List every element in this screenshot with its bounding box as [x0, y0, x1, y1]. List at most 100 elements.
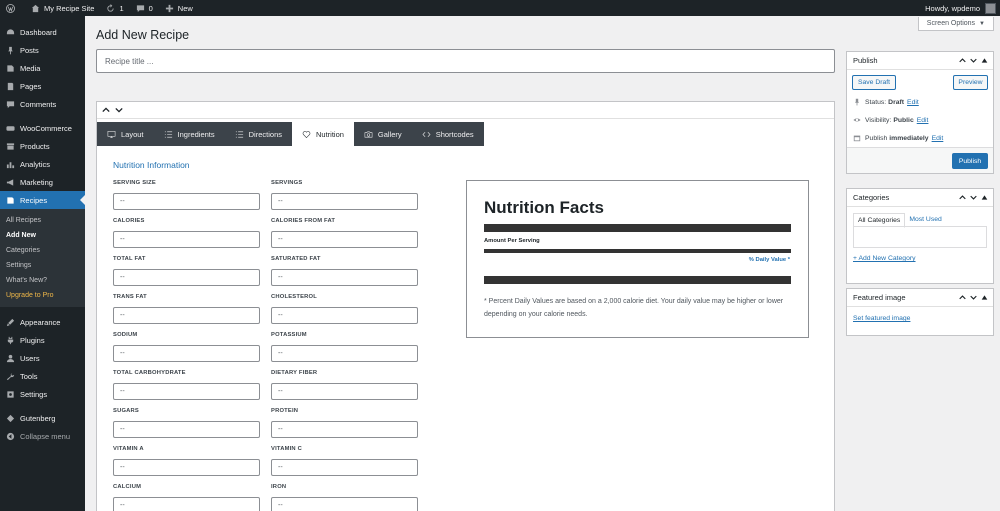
- tab-layout[interactable]: Layout: [97, 122, 154, 146]
- total-fat-input[interactable]: [113, 269, 260, 286]
- calcium-input[interactable]: [113, 497, 260, 511]
- cholesterol-input[interactable]: [271, 307, 418, 324]
- sidebar-item-comments[interactable]: Comments: [0, 95, 85, 113]
- tab-nutrition[interactable]: Nutrition: [291, 122, 354, 146]
- sugars-input[interactable]: [113, 421, 260, 438]
- settings-icon: [5, 389, 15, 399]
- dashboard-icon: [5, 27, 15, 37]
- toggle-panel-button[interactable]: [979, 192, 990, 203]
- move-up-button[interactable]: [101, 105, 111, 115]
- tab-gallery[interactable]: Gallery: [353, 122, 412, 146]
- triangle-up-icon: [981, 195, 988, 200]
- sidebar-item-woocommerce[interactable]: WooCommerce: [0, 119, 85, 137]
- potassium-input[interactable]: [271, 345, 418, 362]
- edit-status-link[interactable]: Edit: [907, 99, 919, 106]
- sidebar-item-recipes[interactable]: Recipes: [0, 191, 85, 209]
- submenu-item-categories[interactable]: Categories: [0, 243, 85, 258]
- wrench-icon: [5, 371, 15, 381]
- vitamin-c-input[interactable]: [271, 459, 418, 476]
- sidebar-item-analytics[interactable]: Analytics: [0, 155, 85, 173]
- move-down-button[interactable]: [968, 292, 979, 303]
- set-featured-image-link[interactable]: Set featured image: [853, 315, 910, 322]
- move-down-button[interactable]: [968, 55, 979, 66]
- field-cholesterol: CHOLESTEROL: [271, 294, 418, 324]
- sidebar-item-gutenberg[interactable]: Gutenberg: [0, 409, 85, 427]
- field-iron: IRON: [271, 484, 418, 511]
- comments-link[interactable]: 0: [130, 0, 159, 16]
- field-protein: PROTEIN: [271, 408, 418, 438]
- chevron-up-icon: [959, 58, 966, 63]
- protein-input[interactable]: [271, 421, 418, 438]
- calories-from-fat-input[interactable]: [271, 231, 418, 248]
- admin-sidebar: Dashboard Posts Media Pages Comments WooComm…: [0, 16, 85, 511]
- updates-link[interactable]: 1: [100, 0, 129, 16]
- field-label: SERVING SIZE: [113, 180, 156, 186]
- my-account[interactable]: Howdy, wpdemo: [925, 2, 1000, 14]
- total-carbohydrate-input[interactable]: [113, 383, 260, 400]
- screen-options-button[interactable]: Screen Options ▼: [917, 17, 994, 31]
- tab-directions[interactable]: Directions: [224, 122, 292, 146]
- submenu-item-settings[interactable]: Settings: [0, 258, 85, 273]
- chevron-up-icon: [959, 295, 966, 300]
- chevron-up-icon: [959, 195, 966, 200]
- site-name-link[interactable]: My Recipe Site: [25, 0, 100, 16]
- calories-input[interactable]: [113, 231, 260, 248]
- sidebar-item-media[interactable]: Media: [0, 59, 85, 77]
- sidebar-item-label: Pages: [20, 81, 42, 91]
- move-up-button[interactable]: [957, 192, 968, 203]
- serving-size-input[interactable]: [113, 193, 260, 210]
- wordpress-logo-button[interactable]: [0, 0, 25, 16]
- collapse-menu-button[interactable]: Collapse menu: [0, 427, 85, 445]
- sidebar-item-tools[interactable]: Tools: [0, 367, 85, 385]
- schedule-row: Publish immediately Edit: [853, 134, 943, 142]
- status-row: Status: Draft Edit: [853, 98, 919, 106]
- sidebar-item-products[interactable]: Products: [0, 137, 85, 155]
- sidebar-item-posts[interactable]: Posts: [0, 41, 85, 59]
- tab-shortcodes[interactable]: Shortcodes: [411, 122, 484, 146]
- trans-fat-input[interactable]: [113, 307, 260, 324]
- move-down-button[interactable]: [114, 105, 124, 115]
- submenu-item-what-s-new[interactable]: What's New?: [0, 273, 85, 288]
- add-new-category-link[interactable]: + Add New Category: [853, 255, 916, 262]
- sodium-input[interactable]: [113, 345, 260, 362]
- code-icon: [422, 131, 431, 137]
- admin-bar: My Recipe Site 1 0 New Howdy, wpdemo: [0, 0, 1000, 16]
- iron-input[interactable]: [271, 497, 418, 511]
- recipe-title-input[interactable]: [96, 49, 835, 73]
- sidebar-item-dashboard[interactable]: Dashboard: [0, 23, 85, 41]
- servings-input[interactable]: [271, 193, 418, 210]
- pin-icon: [855, 98, 859, 106]
- move-up-button[interactable]: [957, 292, 968, 303]
- featured-image-box: Featured image Set featured image: [846, 288, 994, 336]
- toggle-panel-button[interactable]: [979, 292, 990, 303]
- field-calories-from-fat: CALORIES FROM FAT: [271, 218, 418, 248]
- edit-schedule-link[interactable]: Edit: [932, 135, 944, 142]
- preview-button[interactable]: Preview: [953, 75, 988, 90]
- tab-ingredients[interactable]: Ingredients: [153, 122, 225, 146]
- field-label: POTASSIUM: [271, 332, 307, 338]
- field-label: PROTEIN: [271, 408, 299, 414]
- toggle-panel-button[interactable]: [979, 55, 990, 66]
- sidebar-item-pages[interactable]: Pages: [0, 77, 85, 95]
- dietary-fiber-input[interactable]: [271, 383, 418, 400]
- submenu-item-upgrade-to-pro[interactable]: Upgrade to Pro: [0, 288, 85, 303]
- sidebar-item-marketing[interactable]: Marketing: [0, 173, 85, 191]
- move-down-button[interactable]: [968, 192, 979, 203]
- featured-image-title: Featured image: [853, 293, 906, 302]
- new-content-link[interactable]: New: [159, 0, 199, 16]
- move-up-button[interactable]: [957, 55, 968, 66]
- sidebar-item-users[interactable]: Users: [0, 349, 85, 367]
- submenu-item-all-recipes[interactable]: All Recipes: [0, 213, 85, 228]
- publish-button[interactable]: Publish: [952, 153, 988, 169]
- submenu-item-add-new[interactable]: Add New: [0, 228, 85, 243]
- sidebar-item-plugins[interactable]: Plugins: [0, 331, 85, 349]
- saturated-fat-input[interactable]: [271, 269, 418, 286]
- edit-visibility-link[interactable]: Edit: [917, 117, 929, 124]
- sidebar-item-settings[interactable]: Settings: [0, 385, 85, 403]
- save-draft-button[interactable]: Save Draft: [852, 75, 896, 90]
- collapse-label: Collapse menu: [20, 431, 71, 441]
- vitamin-a-input[interactable]: [113, 459, 260, 476]
- sidebar-item-appearance[interactable]: Appearance: [0, 313, 85, 331]
- field-calcium: CALCIUM: [113, 484, 260, 511]
- field-saturated-fat: SATURATED FAT: [271, 256, 418, 286]
